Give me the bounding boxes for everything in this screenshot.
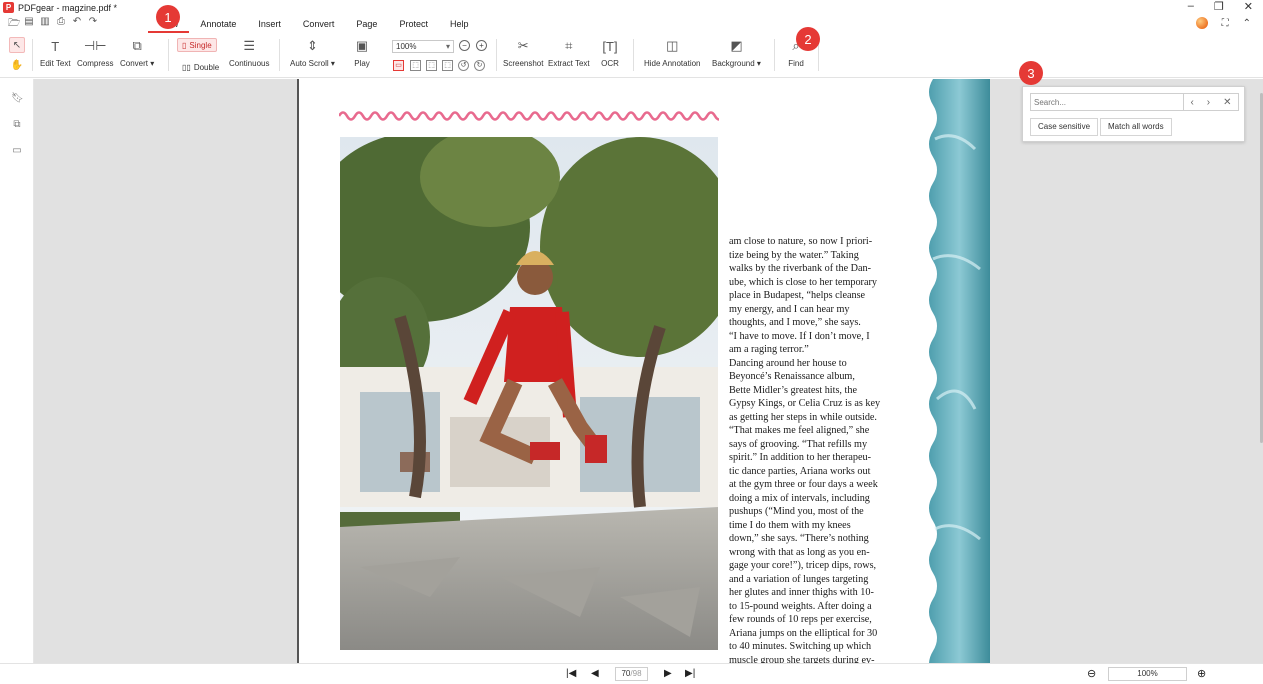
save-as-icon[interactable]: ▥ <box>40 16 50 33</box>
auto-scroll-icon: ⇕ <box>307 38 318 53</box>
rotate-right-icon[interactable]: ↻ <box>474 60 485 71</box>
extract-text-button[interactable]: ⌗ Extract Text <box>548 37 590 68</box>
zoom-out-footer-icon[interactable]: ⊖ <box>1087 667 1096 680</box>
background-button[interactable]: ◩ Background ▾ <box>712 37 761 68</box>
match-all-words-button[interactable]: Match all words <box>1100 118 1172 136</box>
pool-image-strip <box>925 79 990 663</box>
select-tool-icon[interactable]: ↖ <box>9 37 25 53</box>
title-bar: P PDFgear - magzine.pdf * – ❐ ✕ <box>0 0 1263 15</box>
previous-result-icon[interactable]: ‹ <box>1190 97 1193 108</box>
tab-annotate[interactable]: Annotate <box>189 15 247 33</box>
close-search-icon[interactable]: ✕ <box>1223 97 1231 108</box>
quick-access-bar: 🗁 ▤ ▥ ⎙ ↶ ↷ View Annotate Insert Convert… <box>0 15 1263 33</box>
redo-icon[interactable]: ↷ <box>88 16 98 33</box>
find-panel: ‹ › ✕ Case sensitive Match all words <box>1022 86 1245 142</box>
step-badge-3: 3 <box>1019 61 1043 85</box>
tab-help[interactable]: Help <box>439 15 480 33</box>
first-page-icon[interactable]: |◀ <box>566 668 576 679</box>
document-viewport[interactable]: am close to nature, so now I priori- tiz… <box>34 79 1263 663</box>
pdf-page: am close to nature, so now I priori- tiz… <box>297 79 990 663</box>
fit-width-icon[interactable]: ⬚ <box>426 60 437 71</box>
zoom-out-icon[interactable]: − <box>459 40 470 51</box>
chevron-down-icon: ▾ <box>445 42 450 51</box>
next-page-icon[interactable]: ▶ <box>664 668 672 679</box>
convert-icon: ⧉ <box>132 38 142 53</box>
collapse-ribbon-icon[interactable]: ⌃ <box>1243 18 1251 29</box>
left-sidebar: 🔖︎ ⧉ ▭ ⌄ <box>0 79 34 684</box>
auto-scroll-button[interactable]: ⇕ Auto Scroll ▾ <box>290 37 335 68</box>
thumbnails-icon[interactable]: ⧉ <box>11 119 23 131</box>
edit-text-button[interactable]: T Edit Text <box>40 37 71 69</box>
user-avatar[interactable] <box>1195 17 1208 29</box>
single-page-icon: ▯ <box>182 40 187 50</box>
pink-wave-decoration <box>339 111 719 121</box>
hide-annotation-button[interactable]: ◫ Hide Annotation <box>644 37 701 68</box>
rotate-left-icon[interactable]: ↺ <box>458 60 469 71</box>
zoom-in-footer-icon[interactable]: ⊕ <box>1197 667 1206 680</box>
actual-size-icon[interactable]: ▭ <box>393 60 404 71</box>
save-icon[interactable]: ▤ <box>24 16 34 33</box>
comments-icon[interactable]: ▭ <box>11 145 23 157</box>
tab-convert[interactable]: Convert <box>292 15 346 33</box>
tab-protect[interactable]: Protect <box>388 15 439 33</box>
undo-icon[interactable]: ↶ <box>72 16 82 33</box>
ribbon-toolbar: ↖ ✋ T Edit Text ⊣⊢ Compress ⧉ Convert ▾ … <box>0 33 1263 78</box>
play-icon: ▣ <box>355 38 369 53</box>
continuous-button[interactable]: ☰ Continuous <box>229 37 269 68</box>
step-badge-1: 1 <box>156 5 180 29</box>
tab-page[interactable]: Page <box>345 15 388 33</box>
close-window-icon[interactable]: ✕ <box>1244 0 1253 13</box>
double-page-button[interactable]: ▯▯ Double <box>178 60 223 74</box>
compress-icon: ⊣⊢ <box>83 38 107 53</box>
single-page-button[interactable]: ▯ Single <box>177 38 217 52</box>
article-photo <box>340 137 718 650</box>
bookmark-icon[interactable]: 🔖︎ <box>11 93 24 105</box>
screenshot-button[interactable]: ✂ Screenshot <box>503 37 543 68</box>
open-folder-icon[interactable]: 🗁 <box>8 16 20 33</box>
minimize-icon[interactable]: – <box>1188 0 1194 13</box>
play-button[interactable]: ▣ Play <box>353 37 371 68</box>
hand-tool-icon[interactable]: ✋ <box>9 57 25 73</box>
compress-button[interactable]: ⊣⊢ Compress <box>77 37 113 68</box>
window-title: PDFgear - magzine.pdf * <box>18 2 118 13</box>
previous-page-icon[interactable]: ◀ <box>591 668 599 679</box>
zoom-in-icon[interactable]: + <box>476 40 487 51</box>
status-bar: |◀ ◀ 70/98 ▶ ▶| ⊖ 100% ⊕ <box>0 663 1263 684</box>
article-body-text: am close to nature, so now I priori- tiz… <box>729 236 881 663</box>
next-result-icon[interactable]: › <box>1207 97 1210 108</box>
last-page-icon[interactable]: ▶| <box>685 668 695 679</box>
fit-visible-icon[interactable]: ⬚ <box>442 60 453 71</box>
page-number-field[interactable]: 70/98 <box>615 667 648 681</box>
restore-icon[interactable]: ❐ <box>1214 0 1224 13</box>
tab-insert[interactable]: Insert <box>247 15 292 33</box>
continuous-icon: ☰ <box>243 38 256 53</box>
convert-button[interactable]: ⧉ Convert ▾ <box>120 37 154 68</box>
background-icon: ◩ <box>730 38 743 53</box>
app-logo-icon: P <box>3 2 14 13</box>
hide-annotation-icon: ◫ <box>666 38 679 53</box>
edit-text-icon: T <box>51 38 60 54</box>
fit-page-icon[interactable]: ⬚ <box>410 60 421 71</box>
search-input[interactable] <box>1030 93 1184 111</box>
double-page-icon: ▯▯ <box>182 62 191 72</box>
zoom-level-field[interactable]: 100% <box>1108 667 1187 681</box>
screenshot-icon: ✂ <box>517 38 529 53</box>
extract-text-icon: ⌗ <box>565 38 573 53</box>
step-badge-2: 2 <box>796 27 820 51</box>
fullscreen-icon[interactable]: ⛶ <box>1222 18 1229 29</box>
ocr-icon: [T] <box>602 38 618 54</box>
zoom-select[interactable]: 100% ▾ <box>392 40 454 53</box>
case-sensitive-button[interactable]: Case sensitive <box>1030 118 1099 136</box>
print-icon[interactable]: ⎙ <box>56 16 66 33</box>
ocr-button[interactable]: [T] OCR <box>601 37 619 69</box>
